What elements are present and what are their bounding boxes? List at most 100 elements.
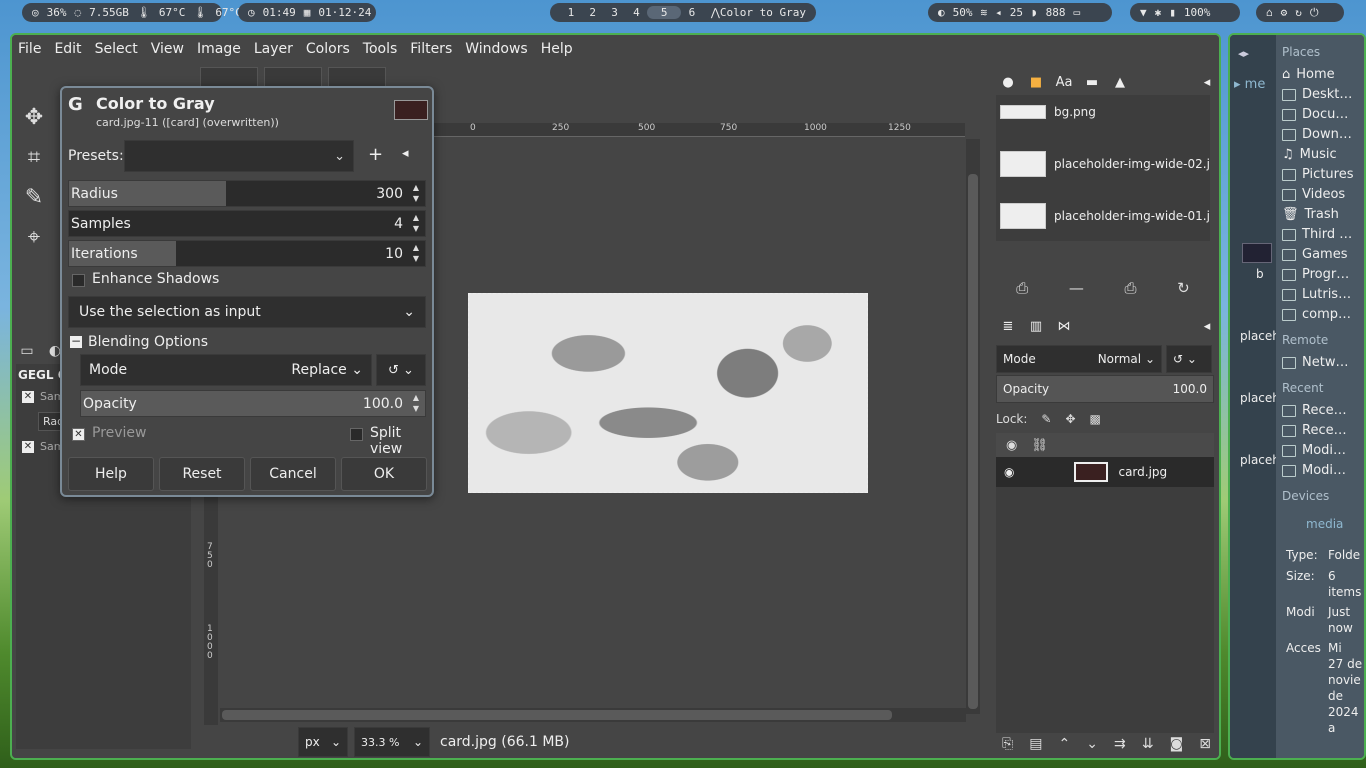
crop-tool-icon[interactable]: ⌗ <box>20 143 48 171</box>
eye-icon[interactable]: ◉ <box>1004 465 1014 479</box>
preview-checkbox[interactable]: ✕ <box>72 428 85 441</box>
lock-icon[interactable]: ⌂ <box>1266 6 1273 19</box>
brushes-tab-icon[interactable]: ● <box>996 70 1020 94</box>
presets-select[interactable]: ⌄ <box>124 140 354 172</box>
place-pictures[interactable]: Pictures <box>1282 167 1353 182</box>
menu-windows[interactable]: Windows <box>465 41 528 57</box>
power-icon[interactable]: ⏻ <box>1310 6 1319 20</box>
menu-tools[interactable]: Tools <box>363 41 398 57</box>
paint-tool-icon[interactable]: ✎ <box>20 183 48 211</box>
spin-arrows-icon[interactable]: ▲ ▼ <box>409 242 423 266</box>
gegl-checkbox-1[interactable]: ✕ <box>22 390 34 403</box>
brightness-value[interactable]: 50% <box>953 6 973 19</box>
refresh-icon[interactable]: ↻ <box>1177 279 1190 297</box>
spin-arrows-icon[interactable]: ▲ ▼ <box>409 392 423 416</box>
spin-arrows-icon[interactable]: ▲ ▼ <box>409 182 423 206</box>
workspace-3[interactable]: 3 <box>604 6 626 19</box>
layer-item[interactable]: ◉ card.jpg <box>996 457 1214 487</box>
mask-icon[interactable]: ◙ <box>1170 736 1184 752</box>
scroll-thumb[interactable] <box>968 174 978 709</box>
recent-item[interactable]: Rece… <box>1282 423 1347 438</box>
nav-arrows-icon[interactable]: ◂▸ <box>1238 47 1249 60</box>
menu-filters[interactable]: Filters <box>410 41 452 57</box>
volume-value[interactable]: 25 <box>1010 6 1023 19</box>
recent-item[interactable]: Rece… <box>1282 403 1347 418</box>
image-item[interactable]: bg.png <box>1000 105 1096 119</box>
reset-button[interactable]: Reset <box>159 457 245 491</box>
gimp-tab-icon[interactable]: ▲ <box>1108 70 1132 94</box>
workspace-6[interactable]: 6 <box>681 6 703 19</box>
print-icon[interactable]: ⎙ <box>1125 279 1137 297</box>
lock-position-icon[interactable]: ✥ <box>1065 412 1075 426</box>
split-view-checkbox[interactable] <box>350 428 363 441</box>
radius-spin[interactable]: Radius 300 ▲ ▼ <box>68 180 426 207</box>
menu-image[interactable]: Image <box>197 41 241 57</box>
remove-image-icon[interactable]: — <box>1069 279 1084 297</box>
channels-tab-icon[interactable]: ▥ <box>1024 314 1048 338</box>
ok-button[interactable]: OK <box>341 457 427 491</box>
place-home[interactable]: ⌂ Home <box>1282 67 1335 82</box>
samples-spin[interactable]: Samples 4 ▲ ▼ <box>68 210 426 237</box>
workspace-5[interactable]: 5 <box>647 6 682 19</box>
place-games[interactable]: Games <box>1282 247 1347 262</box>
scroll-thumb[interactable] <box>222 710 892 720</box>
file-thumbnail[interactable] <box>1242 243 1272 263</box>
lock-pixels-icon[interactable]: ✎ <box>1041 412 1051 426</box>
merge-layer-icon[interactable]: ⇊ <box>1142 736 1154 752</box>
place-documents[interactable]: Docu… <box>1282 107 1348 122</box>
paths-tab-icon[interactable]: ⋈ <box>1052 314 1076 338</box>
raise-layer-icon[interactable]: ⌃ <box>1059 736 1071 752</box>
help-button[interactable]: Help <box>68 457 154 491</box>
delete-layer-icon[interactable]: ⊠ <box>1199 736 1211 752</box>
mode-reset-button[interactable]: ↺ ⌄ <box>1166 345 1212 373</box>
recent-item[interactable]: Modi… <box>1282 463 1346 478</box>
place-videos[interactable]: Videos <box>1282 187 1345 202</box>
blend-reset-button[interactable]: ↺ ⌄ <box>376 354 426 386</box>
layer-mode-select[interactable]: Mode Normal ⌄ <box>996 345 1162 373</box>
tool-options-tab-icon[interactable]: ▭ <box>16 341 38 361</box>
recent-item[interactable]: Modi… <box>1282 443 1346 458</box>
menu-edit[interactable]: Edit <box>54 41 81 57</box>
place-third[interactable]: Third … <box>1282 227 1352 242</box>
settings-icon[interactable]: ⚙ <box>1281 6 1288 19</box>
new-group-icon[interactable]: ▤ <box>1029 736 1042 752</box>
fonts-tab-icon[interactable]: Aa <box>1052 70 1076 94</box>
enhance-shadows-checkbox[interactable] <box>72 274 85 287</box>
menu-view[interactable]: View <box>151 41 184 57</box>
lock-alpha-icon[interactable]: ▩ <box>1090 412 1101 426</box>
layer-opacity-spin[interactable]: Opacity 100.0 <box>996 375 1214 403</box>
lower-layer-icon[interactable]: ⌄ <box>1086 736 1098 752</box>
network-icon[interactable]: ▼ <box>1140 6 1147 19</box>
layers-tab-icon[interactable]: ≣ <box>996 314 1020 338</box>
paths-tool-icon[interactable]: ⌖ <box>20 223 48 251</box>
place-comp[interactable]: comp… <box>1282 307 1351 322</box>
blend-mode-select[interactable]: Mode Replace ⌄ <box>80 354 372 386</box>
blend-opacity-spin[interactable]: Opacity 100.0 ▲ ▼ <box>80 390 426 417</box>
spin-arrows-icon[interactable]: ▲ ▼ <box>409 212 423 236</box>
open-image-icon[interactable]: ⎙ <box>1016 279 1028 297</box>
menu-colors[interactable]: Colors <box>306 41 350 57</box>
clock[interactable]: ◷ 01:49 ▦ 01·12·24 <box>238 3 376 22</box>
path-crumb[interactable]: ▸ me <box>1234 77 1265 92</box>
place-downloads[interactable]: Down… <box>1282 127 1352 142</box>
duplicate-layer-icon[interactable]: ⇉ <box>1114 736 1126 752</box>
place-lutris[interactable]: Lutris… <box>1282 287 1351 302</box>
place-programs[interactable]: Progr… <box>1282 267 1349 282</box>
workspace-1[interactable]: 1 <box>560 6 582 19</box>
input-source-select[interactable]: Use the selection as input ⌄ <box>68 296 426 328</box>
place-music[interactable]: ♫ Music <box>1282 147 1337 162</box>
dock-menu-icon[interactable]: ◂ <box>1195 70 1219 94</box>
remote-network[interactable]: Netw… <box>1282 355 1348 370</box>
place-desktop[interactable]: Deskt… <box>1282 87 1352 102</box>
image-item[interactable]: placeholder-img-wide-02.jpg <box>1000 151 1210 177</box>
iterations-spin[interactable]: Iterations 10 ▲ ▼ <box>68 240 426 267</box>
unit-select[interactable]: px ⌄ <box>298 727 348 757</box>
preset-menu-icon[interactable]: ◂ <box>402 146 409 161</box>
menu-help[interactable]: Help <box>541 41 573 57</box>
place-trash[interactable]: 🗑 Trash <box>1282 207 1339 222</box>
gegl-checkbox-2[interactable]: ✕ <box>22 440 34 453</box>
logout-icon[interactable]: ↻ <box>1295 6 1302 19</box>
workspace-2[interactable]: 2 <box>582 6 604 19</box>
vertical-scrollbar[interactable] <box>966 139 980 714</box>
patterns-tab-icon[interactable]: ■ <box>1024 70 1048 94</box>
